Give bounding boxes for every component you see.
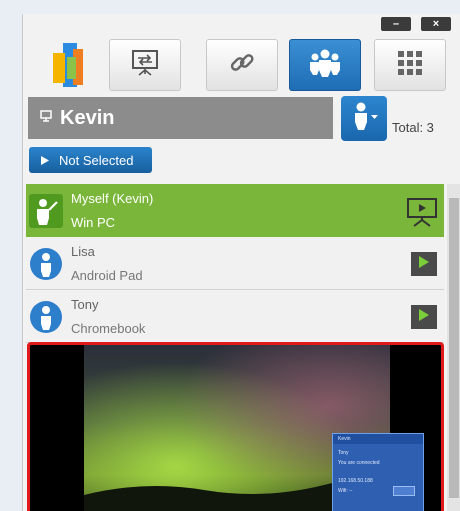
mini-line: Wifi: -- bbox=[338, 488, 353, 494]
close-button[interactable]: × bbox=[421, 17, 451, 31]
mini-button bbox=[393, 486, 415, 496]
screen-preview[interactable]: Kevin Tony You are connected 192.168.50.… bbox=[27, 342, 444, 511]
not-selected-button[interactable]: Not Selected bbox=[29, 147, 152, 173]
participant-device: Win PC bbox=[71, 215, 116, 230]
app-logo-icon[interactable] bbox=[39, 39, 91, 91]
preview-image: Kevin Tony You are connected 192.168.50.… bbox=[84, 345, 424, 511]
not-selected-label: Not Selected bbox=[59, 152, 134, 168]
person-icon bbox=[350, 101, 378, 136]
scrollbar-thumb[interactable] bbox=[449, 198, 459, 498]
participant-name: Tony bbox=[71, 297, 99, 312]
play-icon bbox=[419, 255, 429, 273]
link-button[interactable] bbox=[206, 39, 278, 91]
app-window: – × Kevin Total: 3 Not Selected Myself (… bbox=[22, 14, 460, 511]
toolbar bbox=[23, 34, 460, 106]
participant-device: Chromebook bbox=[71, 321, 146, 336]
current-user-name: Kevin bbox=[60, 106, 115, 129]
play-icon bbox=[419, 308, 429, 326]
participant-name: Lisa bbox=[71, 244, 95, 259]
display-icon bbox=[40, 109, 52, 127]
users-button[interactable] bbox=[289, 39, 361, 91]
participant-row[interactable]: Lisa Android Pad bbox=[26, 237, 444, 290]
users-group-icon bbox=[308, 48, 342, 83]
mini-title: Kevin bbox=[338, 436, 351, 442]
mini-line: 192.168.50.188 bbox=[338, 478, 373, 484]
presentation-screen-icon[interactable] bbox=[406, 197, 438, 227]
screen-share-icon bbox=[130, 49, 160, 82]
participant-row-self[interactable]: Myself (Kevin) Win PC bbox=[26, 184, 444, 237]
play-button[interactable] bbox=[411, 252, 437, 276]
user-avatar-icon bbox=[29, 300, 63, 334]
current-user-header: Kevin bbox=[28, 97, 333, 139]
list-scrollbar[interactable] bbox=[447, 184, 460, 511]
play-arrow-icon bbox=[41, 153, 49, 168]
apps-button[interactable] bbox=[374, 39, 446, 91]
user-avatar-icon bbox=[29, 247, 63, 281]
screen-share-button[interactable] bbox=[109, 39, 181, 91]
participant-device: Android Pad bbox=[71, 268, 143, 283]
link-icon bbox=[227, 48, 257, 83]
grid-icon bbox=[397, 50, 423, 81]
participant-row[interactable]: Tony Chromebook bbox=[26, 290, 444, 343]
role-dropdown-button[interactable] bbox=[341, 96, 387, 141]
play-button[interactable] bbox=[411, 305, 437, 329]
presenter-avatar-icon bbox=[29, 194, 63, 228]
mini-line: Tony bbox=[338, 450, 349, 456]
mini-app-window: Kevin Tony You are connected 192.168.50.… bbox=[332, 433, 424, 511]
participant-name: Myself (Kevin) bbox=[71, 191, 154, 206]
total-count: Total: 3 bbox=[392, 120, 434, 135]
minimize-button[interactable]: – bbox=[381, 17, 411, 31]
participant-list: Myself (Kevin) Win PC Lisa Android Pad T… bbox=[26, 184, 444, 343]
mini-line: You are connected bbox=[338, 460, 380, 466]
